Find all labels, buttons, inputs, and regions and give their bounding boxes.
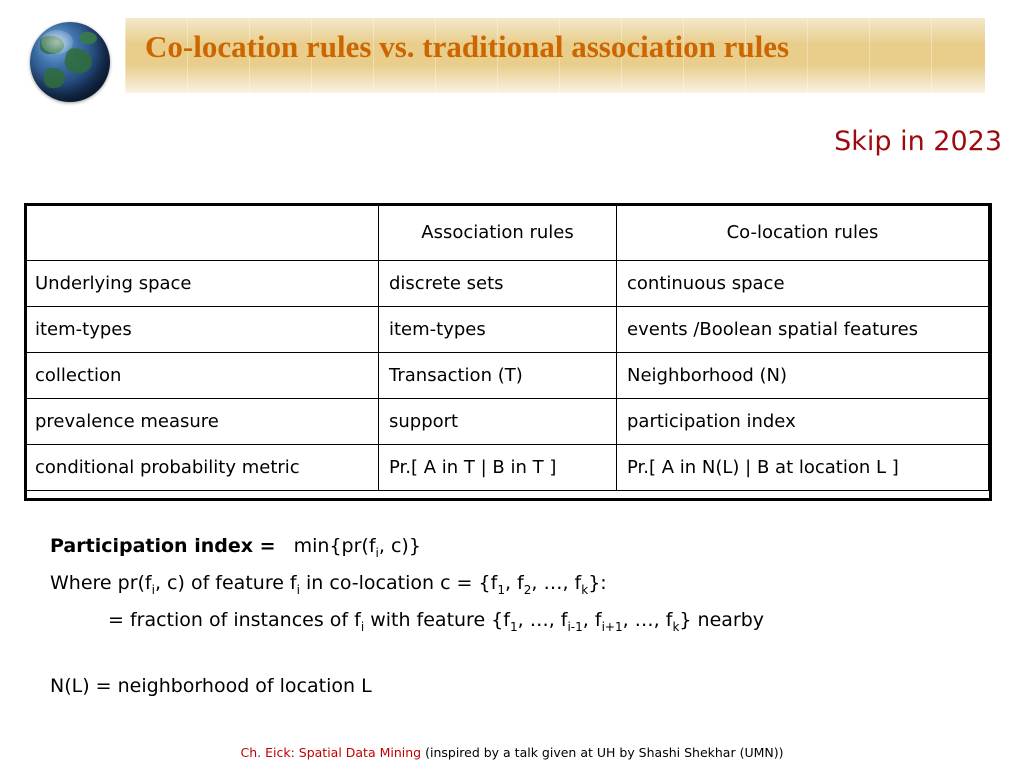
note-formula-min: min{pr(f <box>293 535 376 557</box>
note-line-participation-index: Participation index = min{pr(fi, c)} <box>50 531 764 568</box>
note-formula-min-tail: , c)} <box>378 535 421 557</box>
note-where-a: Where pr(f <box>50 571 152 594</box>
globe-landmass <box>44 68 66 88</box>
note-fraction-f: } nearby <box>679 608 765 631</box>
table-header-row: Association rules Co-location rules <box>24 203 989 261</box>
table-row: conditional probability metric Pr.[ A in… <box>24 444 989 491</box>
globe-landmass <box>62 46 95 76</box>
table-row: item-types item-types events /Boolean sp… <box>24 306 989 353</box>
table-header-cell-colocation-rules: Co-location rules <box>616 203 989 261</box>
comparison-table-wrapper: Association rules Co-location rules Unde… <box>24 203 989 491</box>
note-where-c: in co-location c = {f <box>299 571 498 594</box>
table-cell-colocation: continuous space <box>616 260 989 307</box>
note-line-fraction: = fraction of instances of fi with featu… <box>50 605 764 642</box>
table-cell-aspect: item-types <box>24 306 379 353</box>
note-sub-1: 1 <box>509 619 518 634</box>
table-cell-association: support <box>378 398 617 445</box>
table-cell-association: Transaction (T) <box>378 352 617 399</box>
footer-attribution: (inspired by a talk given at UH by Shash… <box>425 745 784 760</box>
table-cell-aspect: conditional probability metric <box>24 444 379 491</box>
table-cell-aspect: collection <box>24 352 379 399</box>
note-fraction-c: , …, f <box>517 608 568 631</box>
note-sub-1: 1 <box>497 582 505 597</box>
note-where-f: }: <box>588 571 607 594</box>
table-header-cell-association-rules: Association rules <box>378 203 617 261</box>
note-line-neighborhood: N(L) = neighborhood of location L <box>50 675 372 698</box>
footer-credit: Ch. Eick: Spatial Data Mining (inspired … <box>0 745 1024 760</box>
table-cell-association: Pr.[ A in T | B in T ] <box>378 444 617 491</box>
note-fraction-d: , f <box>582 608 602 631</box>
globe-icon <box>30 22 110 102</box>
globe-landmass <box>79 31 98 44</box>
table-row: Underlying space discrete sets continuou… <box>24 260 989 307</box>
table-cell-colocation: Pr.[ A in N(L) | B at location L ] <box>616 444 989 491</box>
note-line-where: Where pr(fi, c) of feature fi in co-loca… <box>50 568 764 605</box>
note-fraction-e: , …, f <box>622 608 673 631</box>
globe-highlight <box>41 30 74 54</box>
table-header-cell-blank <box>24 203 379 261</box>
note-where-e: , …, f <box>531 571 582 594</box>
note-label-participation-index: Participation index = <box>50 535 276 557</box>
note-where-d: , f <box>504 571 524 594</box>
table-cell-colocation: participation index <box>616 398 989 445</box>
note-fraction-a: = fraction of instances of f <box>108 608 361 631</box>
note-sub-i-minus-1: i-1 <box>567 619 583 634</box>
note-spacer <box>50 641 764 671</box>
table-row: collection Transaction (T) Neighborhood … <box>24 352 989 399</box>
page-title: Co-location rules vs. traditional associ… <box>145 29 790 64</box>
table-row: prevalence measure support participation… <box>24 398 989 445</box>
table-cell-colocation: Neighborhood (N) <box>616 352 989 399</box>
table-cell-colocation: events /Boolean spatial features <box>616 306 989 353</box>
note-sub-i-plus-1: i+1 <box>601 619 623 634</box>
definition-notes: Participation index = min{pr(fi, c)} Whe… <box>50 531 764 701</box>
comparison-table: Association rules Co-location rules Unde… <box>24 203 989 491</box>
note-fraction-b: with feature {f <box>364 608 510 631</box>
table-cell-aspect: Underlying space <box>24 260 379 307</box>
table-cell-association: discrete sets <box>378 260 617 307</box>
skip-note: Skip in 2023 <box>834 126 1002 157</box>
footer-source: Ch. Eick: Spatial Data Mining <box>240 745 422 760</box>
note-where-b: , c) of feature f <box>154 571 297 594</box>
table-cell-association: item-types <box>378 306 617 353</box>
table-cell-aspect: prevalence measure <box>24 398 379 445</box>
